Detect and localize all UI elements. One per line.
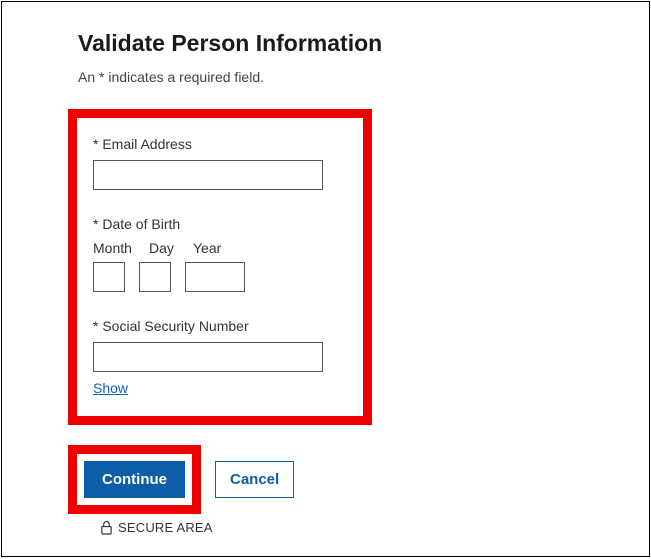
- continue-highlight-box: Continue: [68, 445, 201, 514]
- dob-sublabel-row: Month Day Year: [93, 240, 347, 256]
- secure-area-label: SECURE AREA: [118, 520, 213, 535]
- dob-day-input[interactable]: [139, 262, 171, 292]
- ssn-label: * Social Security Number: [93, 318, 347, 334]
- ssn-show-link[interactable]: Show: [93, 380, 128, 396]
- dob-year-input[interactable]: [185, 262, 245, 292]
- dob-field-group: * Date of Birth Month Day Year: [93, 216, 347, 292]
- secure-area-row: SECURE AREA: [100, 520, 625, 535]
- lock-icon: [100, 520, 113, 535]
- page-title: Validate Person Information: [26, 30, 625, 57]
- cancel-button[interactable]: Cancel: [215, 461, 294, 498]
- continue-button[interactable]: Continue: [84, 461, 185, 498]
- ssn-input[interactable]: [93, 342, 323, 372]
- ssn-field-group: * Social Security Number Show: [93, 318, 347, 398]
- dob-label: * Date of Birth: [93, 216, 347, 232]
- email-field-group: * Email Address: [93, 136, 347, 190]
- button-row: Continue Cancel: [68, 445, 625, 514]
- dob-month-input[interactable]: [93, 262, 125, 292]
- email-label: * Email Address: [93, 136, 347, 152]
- dob-year-label: Year: [193, 240, 248, 256]
- form-container: Validate Person Information An * indicat…: [1, 1, 650, 557]
- dob-input-row: [93, 262, 347, 292]
- dob-month-label: Month: [93, 240, 135, 256]
- required-note: An * indicates a required field.: [26, 69, 625, 85]
- dob-day-label: Day: [149, 240, 179, 256]
- fields-highlight-box: * Email Address * Date of Birth Month Da…: [68, 109, 372, 425]
- email-input[interactable]: [93, 160, 323, 190]
